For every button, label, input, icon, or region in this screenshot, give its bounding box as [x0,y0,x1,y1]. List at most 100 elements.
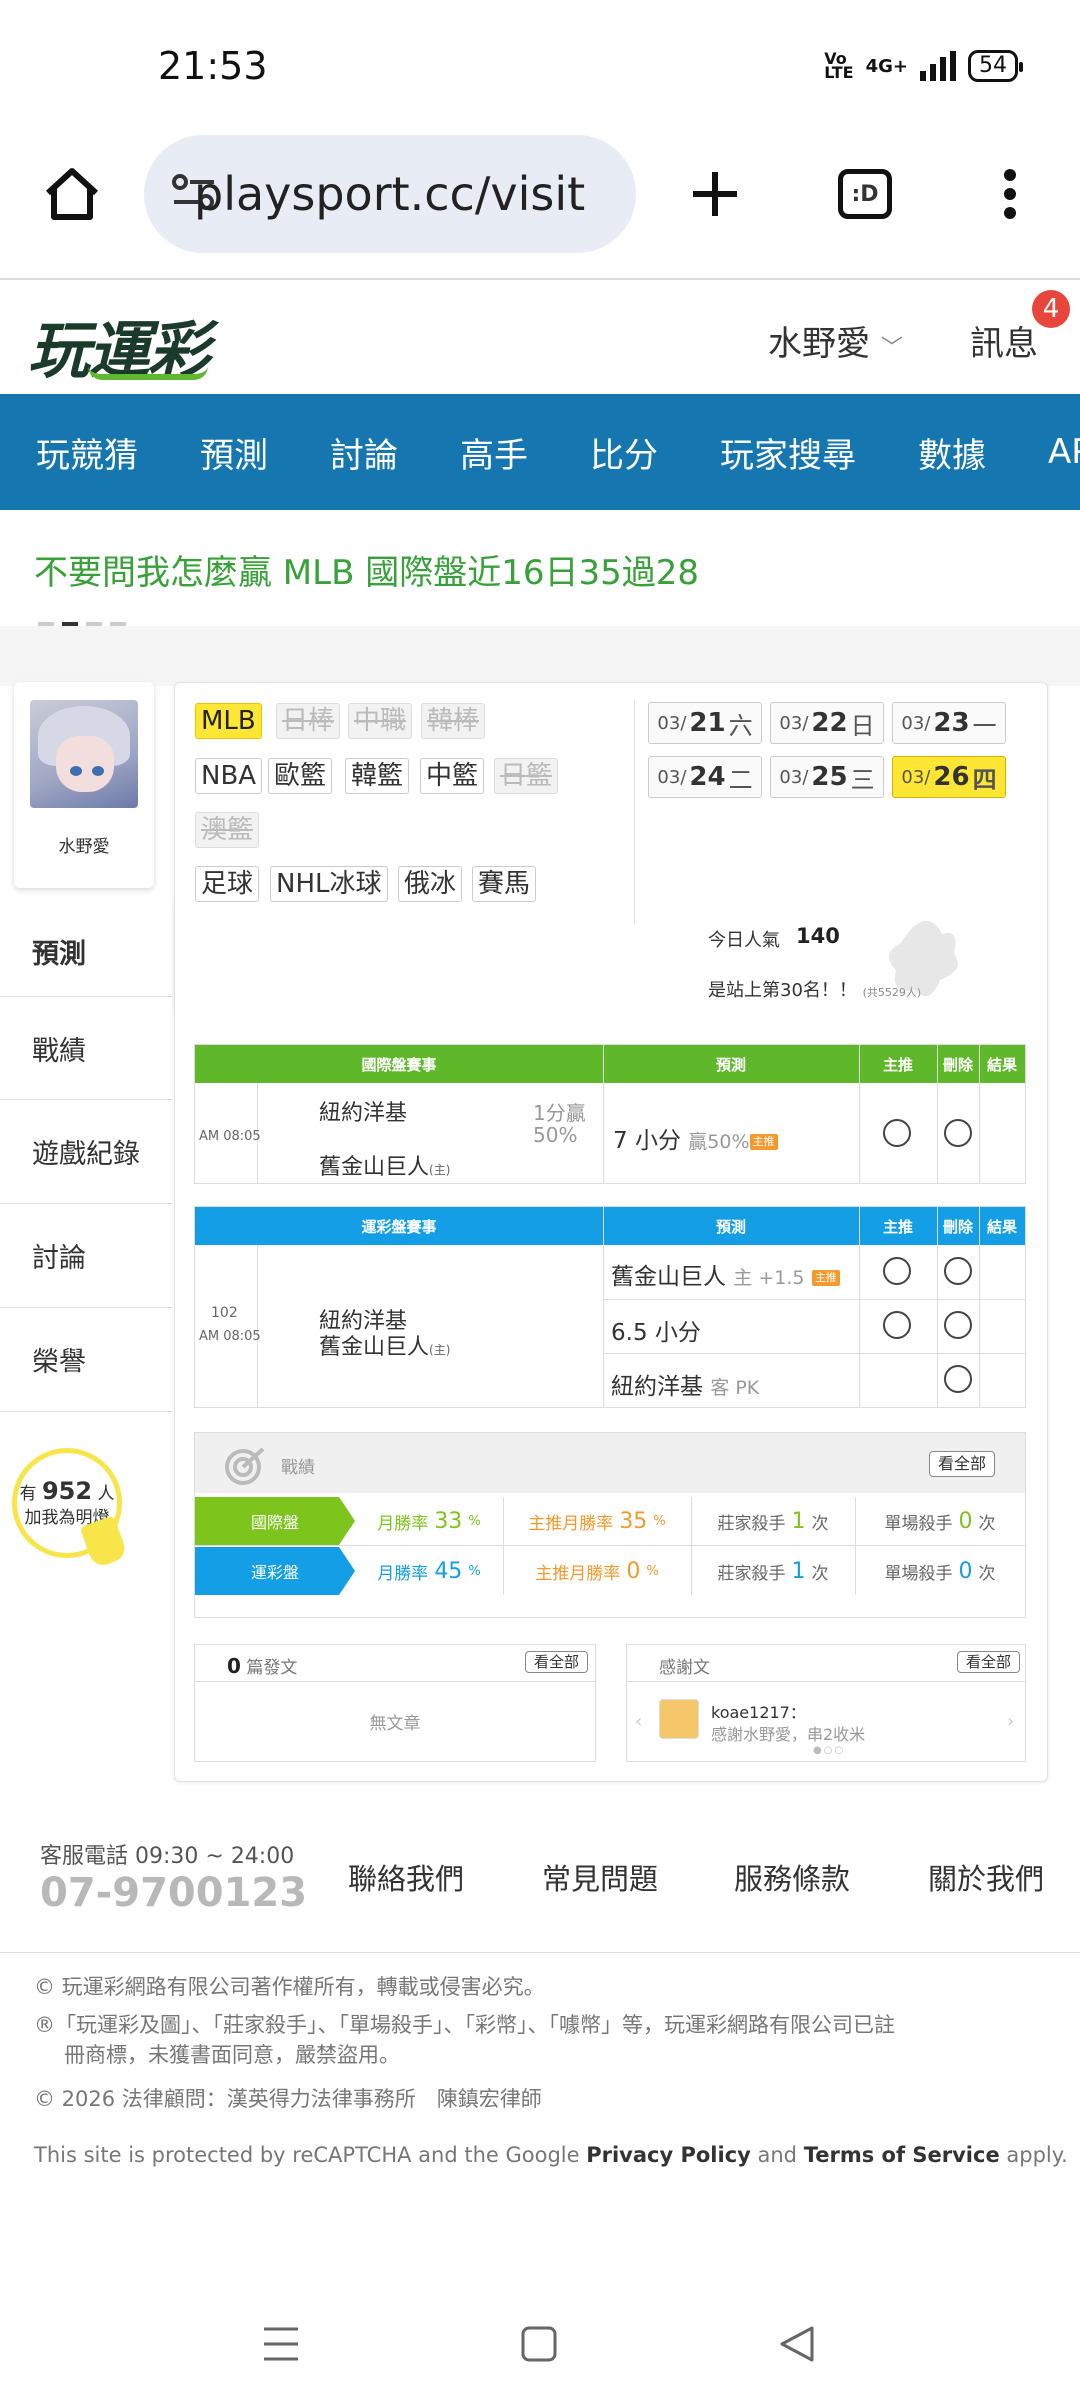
date-0321[interactable]: 03/21 六 [648,702,762,744]
league-nhl[interactable]: NHL冰球 [270,866,388,902]
lottery-banker-killer: 莊家殺手 1 次 [717,1558,829,1584]
nav-item-guess[interactable]: 玩競猜 [36,428,138,477]
avatar [30,700,138,808]
nav-item-scores[interactable]: 比分 [590,428,658,477]
chevron-left-icon[interactable]: ‹ [635,1711,642,1732]
thanks-box: 感謝文 看全部 ‹ › koae1217： 感謝水野愛，串2收米 ●○○ [626,1644,1026,1762]
date-0323[interactable]: 03/23 一 [892,702,1006,744]
popularity-value: 140 [796,924,840,948]
intl-delete-radio[interactable] [944,1119,972,1147]
back-icon[interactable] [778,2325,816,2363]
thanks-user-avatar [659,1699,699,1739]
nav-item-player-search[interactable]: 玩家搜尋 [720,428,856,477]
sidebar-item-honor[interactable]: 榮譽 [0,1308,172,1412]
volte-icon: Vo LTE [824,49,854,82]
league-kbl[interactable]: 韓籃 [345,758,410,794]
intl-header-game: 國際盤賽事 [361,1055,437,1074]
thanks-view-all-button[interactable]: 看全部 [957,1651,1021,1673]
lottery-delete-radio-3[interactable] [944,1365,972,1393]
status-bar: 21:53 Vo LTE 4G+ 54 [0,0,1080,135]
lottery-header-pick: 預測 [715,1217,746,1236]
new-tab-icon[interactable] [680,135,750,253]
intl-header-pick: 預測 [715,1055,746,1074]
tabs-switcher-icon[interactable]: :D [828,135,902,253]
league-mlb[interactable]: MLB [195,703,262,739]
carousel-dots [38,622,126,626]
league-soccer[interactable]: 足球 [195,866,260,902]
lottery-header-game: 運彩盤賽事 [361,1217,437,1236]
lottery-table-header: 運彩盤賽事 預測 主推 刪除 結果 [195,1207,1025,1245]
trademark-line-1: ®「玩運彩及圖」、「莊家殺手」、「單場殺手」、「彩幣」、「噱幣」等，玩運彩網路有… [34,2013,895,2037]
stats-label-lottery: 運彩盤 [195,1547,355,1595]
system-indicators: Vo LTE 4G+ 54 [824,49,1023,82]
home-button-icon[interactable] [520,2325,558,2363]
lottery-main-radio-2[interactable] [883,1311,911,1339]
address-bar[interactable]: playsport.cc/visit [144,135,636,253]
nav-item-data[interactable]: 數據 [918,428,986,477]
user-menu[interactable]: 水野愛 ﹀ [768,316,903,365]
intl-main-radio[interactable] [883,1119,911,1147]
stats-view-all-button[interactable]: 看全部 [929,1451,996,1477]
url-text: playsport.cc/visit [194,167,586,221]
nav-item-experts[interactable]: 高手 [460,428,528,477]
intl-month-rate: 月勝率 33% [377,1508,481,1534]
nav-item-forum[interactable]: 討論 [330,428,398,477]
site-logo[interactable]: 玩運彩 [28,300,210,390]
footer-link-contact[interactable]: 聯絡我們 [348,1856,464,1898]
profile-name: 水野愛 [58,837,110,857]
announcement-marquee[interactable]: 不要問我怎麼贏 MLB 國際盤近16日35過28 [34,545,699,594]
thanks-pager-dots: ●○○ [813,1745,846,1756]
messages-link[interactable]: 訊息 [970,316,1038,365]
intl-table-header: 國際盤賽事 預測 主推 刪除 結果 [195,1045,1025,1083]
footer-link-about[interactable]: 關於我們 [928,1856,1044,1898]
recent-apps-icon[interactable] [262,2325,300,2363]
lottery-pick-2: 6.5 小分 [611,1320,701,1346]
date-0326[interactable]: 03/26 四 [892,756,1006,798]
footer-link-faq[interactable]: 常見問題 [542,1856,658,1898]
date-0325[interactable]: 03/25 三 [770,756,884,798]
thanks-user[interactable]: koae1217： [711,1699,806,1723]
posts-box: 0 篇發文 看全部 無文章 [194,1644,596,1762]
league-euro-basketball[interactable]: 歐籃 [268,758,333,794]
lottery-pick-1: 舊金山巨人 主 +1.5 主推 [611,1257,840,1291]
footer-link-terms[interactable]: 服務條款 [734,1856,850,1898]
posts-count: 0 篇發文 [227,1654,298,1678]
nav-item-predict[interactable]: 預測 [200,428,268,477]
system-navigation-bar [0,2285,1080,2400]
intl-line: 1分贏 [533,1101,586,1125]
intl-line-pct: 50% [533,1123,578,1147]
intl-header-result: 結果 [986,1055,1017,1074]
date-0324[interactable]: 03/24 二 [648,756,762,798]
posts-view-all-button[interactable]: 看全部 [525,1651,589,1673]
home-icon[interactable] [36,135,108,253]
league-sbl[interactable]: 中籃 [420,758,485,794]
sidebar-item-record[interactable]: 戰績 [0,996,172,1100]
lottery-main-radio-1[interactable] [883,1257,911,1285]
privacy-policy-link[interactable]: Privacy Policy [586,2143,751,2167]
sidebar-item-predict[interactable]: 預測 [0,896,172,1006]
hotline-label: 客服電話 09:30 ~ 24:00 [40,1844,295,1869]
date-0322[interactable]: 03/22 日 [770,702,884,744]
profile-card[interactable]: 水野愛 [14,682,154,888]
intl-header-delete: 刪除 [942,1055,973,1074]
lottery-delete-radio-1[interactable] [944,1257,972,1285]
intl-main-rate: 主推月勝率 35% [528,1508,666,1534]
league-nba[interactable]: NBA [195,758,263,794]
hotline-number[interactable]: 07-9700123 [40,1870,307,1916]
terms-of-service-link[interactable]: Terms of Service [804,2143,1000,2167]
more-menu-icon[interactable] [980,135,1040,253]
battery-icon: 54 [968,50,1023,82]
browser-toolbar: playsport.cc/visit :D [0,135,1080,280]
league-khl[interactable]: 俄冰 [398,866,463,902]
lottery-delete-radio-2[interactable] [944,1311,972,1339]
nav-item-app[interactable]: APP [1048,432,1080,472]
main-pick-tag: 主推 [811,1269,840,1286]
lottery-game-time: AM 08:05 [199,1329,261,1344]
league-horse-racing[interactable]: 賽馬 [472,866,537,902]
lottery-game-no: 102 [211,1305,238,1321]
chevron-right-icon[interactable]: › [1007,1711,1014,1732]
main-pick-tag: 主推 [749,1133,778,1150]
sidebar-item-forum[interactable]: 討論 [0,1204,172,1308]
sidebar-item-game-log[interactable]: 遊戲紀錄 [0,1100,172,1204]
thanks-title: 感謝文 [659,1658,710,1678]
